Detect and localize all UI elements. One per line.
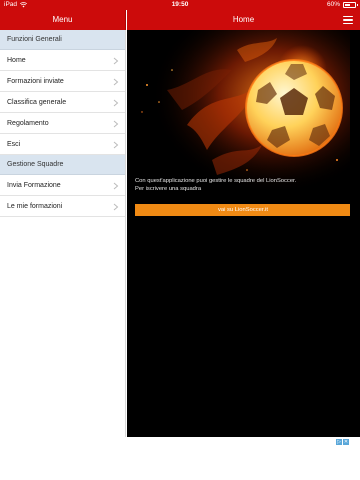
description-line-1: Con quest'applicazione puoi gestire le s… (135, 178, 297, 184)
sidebar-item-formazioni-inviate[interactable]: Formazioni inviate (0, 71, 125, 92)
sidebar-item-le-mie-formazioni[interactable]: Le mie formazioni (0, 196, 125, 217)
section-header-funzioni-generali: Funzioni Generali (0, 30, 125, 50)
ad-choices-icon[interactable]: ▷ ✕ (336, 439, 350, 445)
sidebar-item-label: Home (7, 57, 26, 64)
chevron-right-icon (113, 78, 119, 86)
chevron-right-icon (113, 141, 119, 149)
hamburger-icon[interactable] (343, 16, 353, 24)
sidebar-item-label: Regolamento (7, 120, 49, 127)
battery-nub (356, 4, 358, 6)
sidebar-item-esci[interactable]: Esci (0, 134, 125, 155)
lionsoccer-link-button[interactable]: vai su LionSoccer.it (135, 204, 350, 216)
chevron-right-icon (113, 57, 119, 65)
status-bar: iPad 19:50 60% (0, 0, 360, 10)
battery-icon (343, 2, 358, 8)
ad-info-icon[interactable]: ▷ (336, 439, 342, 445)
sidebar-item-label: Classifica generale (7, 99, 67, 106)
status-right: 60% (326, 0, 358, 10)
sidebar-title: Menu (52, 15, 73, 24)
chevron-right-icon (113, 120, 119, 128)
sidebar-item-label: Esci (7, 141, 21, 148)
battery-percent: 60% (326, 1, 340, 8)
app-description: Con quest'applicazione puoi gestire le s… (135, 177, 350, 193)
ad-banner[interactable]: ▷ ✕ (0, 437, 360, 480)
chevron-right-icon (113, 182, 119, 190)
main-nav-bar: Home (127, 10, 360, 30)
sidebar-item-home[interactable]: Home (0, 50, 125, 71)
sidebar: Funzioni Generali Home Formazioni inviat… (0, 30, 126, 437)
description-line-2: Per iscrivere una squadra (135, 186, 202, 192)
chevron-right-icon (113, 99, 119, 107)
section-header-gestione-squadre: Gestione Squadre (0, 155, 125, 175)
status-time: 19:50 (171, 1, 189, 8)
sidebar-item-label: Invia Formazione (7, 182, 61, 189)
battery-fill (345, 4, 351, 6)
sidebar-item-invia-formazione[interactable]: Invia Formazione (0, 175, 125, 196)
chevron-right-icon (113, 203, 119, 211)
sidebar-item-regolamento[interactable]: Regolamento (0, 113, 125, 134)
main-content: Con quest'applicazione puoi gestire le s… (127, 30, 350, 437)
page-title: Home (232, 15, 255, 24)
sidebar-item-label: Le mie formazioni (7, 203, 63, 210)
sidebar-item-label: Formazioni inviate (7, 78, 64, 85)
ad-close-icon[interactable]: ✕ (343, 439, 349, 445)
sidebar-nav-bar: Menu (0, 10, 126, 30)
main-content-edge (350, 30, 360, 437)
sidebar-item-classifica-generale[interactable]: Classifica generale (0, 92, 125, 113)
